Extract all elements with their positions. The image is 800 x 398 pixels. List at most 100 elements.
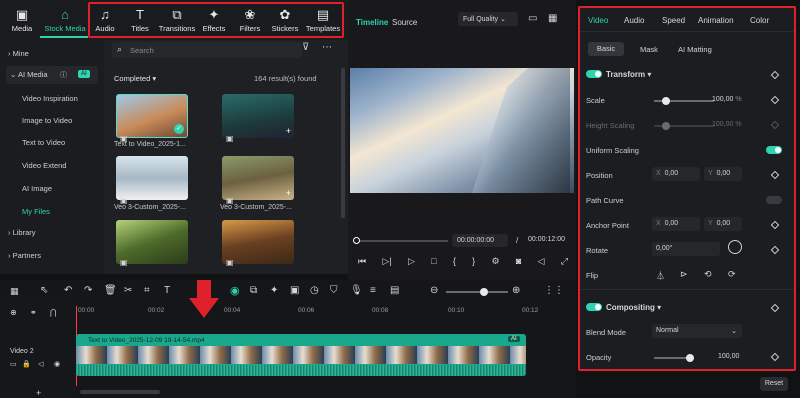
sidebar-item-mine[interactable]: › Mine	[8, 49, 29, 58]
timeline-ruler[interactable]: 00:00 00:02 00:04 00:06 00:08 00:10 00:1…	[76, 306, 576, 318]
thumbnail[interactable]: ✓	[116, 94, 188, 138]
snapshot-icon[interactable]: ▭	[528, 13, 537, 24]
properties-highlight	[578, 6, 796, 371]
layout-grid-icon[interactable]: ▦	[10, 286, 19, 297]
stock-media-tab[interactable]: ⌂ Stock Media	[42, 4, 88, 36]
playhead-knob[interactable]	[353, 237, 360, 244]
chevron-down-icon: ⌄	[10, 70, 17, 79]
add-icon[interactable]: +	[36, 388, 41, 398]
media-sidebar: › Mine ⌄ AI Media ⓘ AI Video Inspiration…	[0, 40, 104, 274]
clip-title: Text to Video_2025-12-09 19-14-54.mp4	[88, 337, 205, 344]
clip-frames	[76, 346, 526, 364]
thumbnail-caption: Veo 3-Custom_2025-...	[114, 204, 186, 211]
crop-icon[interactable]: ⌗	[144, 285, 150, 296]
sidebar-item-partners[interactable]: › Partners	[8, 251, 41, 260]
redo-icon[interactable]: ↷	[84, 285, 92, 296]
add-icon: +	[285, 188, 291, 198]
play-icon[interactable]: ▷	[408, 256, 415, 267]
fullscreen-icon[interactable]: ⤢	[561, 256, 568, 267]
zoom-out-icon[interactable]: ⊖	[430, 285, 438, 296]
effects-icon[interactable]: ✦	[270, 285, 278, 296]
link-icon[interactable]: ⚭	[30, 308, 37, 317]
sidebar-item-ai-image[interactable]: AI Image	[22, 184, 52, 193]
sidebar-item-image-to-video[interactable]: Image to Video	[22, 116, 72, 125]
settings-icon[interactable]: ⚙	[491, 256, 499, 267]
shield-icon[interactable]: ⛉	[330, 285, 338, 296]
volume-icon[interactable]: ◁	[538, 256, 545, 267]
active-tab-underline	[40, 36, 88, 38]
thumbnail-caption: Veo 3-Custom_2025-...	[220, 204, 292, 211]
toolbar-highlight	[88, 2, 344, 38]
playback-controls: ⏮ ▷| ▷ □ { } ⚙ ◙ ◁ ⤢	[358, 256, 568, 267]
playback-scrubber[interactable]	[353, 237, 448, 244]
mixer-icon[interactable]: ≡	[370, 285, 376, 296]
slider-knob[interactable]	[480, 288, 488, 296]
reset-button[interactable]: Reset	[760, 377, 788, 391]
audio-waveform	[76, 365, 526, 376]
lock-icon[interactable]: 🔒	[22, 360, 31, 368]
image-icon[interactable]: ▣	[290, 285, 299, 296]
media-panel: ⌕ Search ⊽ ⋯ Completed ▾ 164 result(s) f…	[104, 40, 348, 274]
video-icon: ▣	[226, 196, 234, 205]
thumbnail[interactable]: +	[222, 156, 294, 200]
split-icon[interactable]: ✂	[124, 285, 132, 296]
mute-icon[interactable]: ◁	[38, 360, 43, 368]
player-panel: Timeline Source Full Quality ⌄ ▭ ▦ 00:00…	[348, 0, 576, 280]
transition-icon[interactable]: ⧉	[250, 285, 257, 296]
sidebar-item-video-inspiration[interactable]: Video Inspiration	[22, 94, 78, 103]
chevron-right-icon: ›	[8, 228, 11, 237]
camera-icon[interactable]: ◙	[516, 256, 521, 267]
tab-source[interactable]: Source	[392, 18, 417, 27]
mountain-shape	[472, 68, 570, 193]
zoom-in-icon[interactable]: ⊕	[512, 285, 520, 296]
track-header-area: ⊕ ⚭ ⋂ Video 2 ▭ 🔒 ◁ ◉ +	[0, 302, 76, 398]
thumbnail[interactable]	[116, 156, 188, 200]
add-track-icon[interactable]: ⊕	[10, 308, 17, 317]
prev-frame-icon[interactable]: ⏮	[358, 256, 366, 267]
search-input[interactable]: ⌕ Search	[112, 42, 302, 58]
mark-in-icon[interactable]: {	[453, 256, 456, 267]
more-icon[interactable]: ⋯	[322, 42, 332, 53]
sidebar-item-my-files[interactable]: My Files	[22, 207, 50, 216]
select-tool-icon[interactable]: ⇖	[40, 285, 48, 296]
tab-timeline[interactable]: Timeline	[356, 18, 388, 27]
mark-out-icon[interactable]: }	[472, 256, 475, 267]
undo-icon[interactable]: ↶	[64, 285, 72, 296]
folder-icon[interactable]: ▭	[10, 360, 17, 368]
video-clip[interactable]: Text to Video_2025-12-09 19-14-54.mp4 AI	[76, 334, 526, 376]
filter-icon[interactable]: ⊽	[302, 42, 309, 53]
media-scrollbar[interactable]	[341, 68, 345, 218]
text-tool-icon[interactable]: T	[164, 285, 170, 296]
zoom-slider[interactable]	[446, 288, 508, 296]
quality-select[interactable]: Full Quality ⌄	[458, 12, 518, 26]
video-icon: ▣	[226, 134, 234, 143]
current-time: 00:00:00:00	[452, 234, 508, 247]
speed-icon[interactable]: ◷	[310, 285, 319, 296]
grid-view-icon[interactable]: ⋮⋮	[544, 285, 564, 296]
ai-badge: AI	[78, 70, 90, 78]
status-filter[interactable]: Completed ▾	[114, 74, 156, 83]
stop-icon[interactable]: □	[431, 256, 436, 267]
help-icon: ⓘ	[60, 72, 67, 79]
check-icon: ✓	[174, 124, 184, 134]
sidebar-item-video-extend[interactable]: Video Extend	[22, 161, 66, 170]
sidebar-item-text-to-video[interactable]: Text to Video	[22, 138, 65, 147]
video-icon: ▣	[120, 258, 128, 267]
subtitle-icon[interactable]: ▤	[390, 285, 399, 296]
timeline-scrollbar[interactable]	[80, 390, 160, 394]
ai-tool-icon[interactable]: ◉	[230, 284, 240, 297]
eye-icon[interactable]: ◉	[54, 360, 60, 368]
track-label: Video 2	[10, 348, 34, 355]
stock-media-icon: ⌂	[61, 6, 69, 22]
layout-icon[interactable]: ▦	[548, 13, 557, 24]
mic-icon[interactable]: 🎙	[350, 285, 363, 296]
sidebar-item-ai-media[interactable]: ⌄ AI Media ⓘ AI	[6, 66, 98, 84]
magnet-icon[interactable]: ⋂	[50, 308, 57, 317]
play-frame-icon[interactable]: ▷|	[382, 256, 391, 267]
top-toolbar: ▣ Media ⌂ Stock Media ♫ Audio T Titles ⧉…	[0, 0, 348, 40]
media-tab[interactable]: ▣ Media	[6, 4, 38, 36]
search-icon: ⌕	[117, 44, 123, 54]
thumbnail[interactable]: +	[222, 94, 294, 138]
sidebar-item-library[interactable]: › Library	[8, 228, 36, 237]
delete-icon[interactable]: 🗑	[104, 285, 117, 296]
